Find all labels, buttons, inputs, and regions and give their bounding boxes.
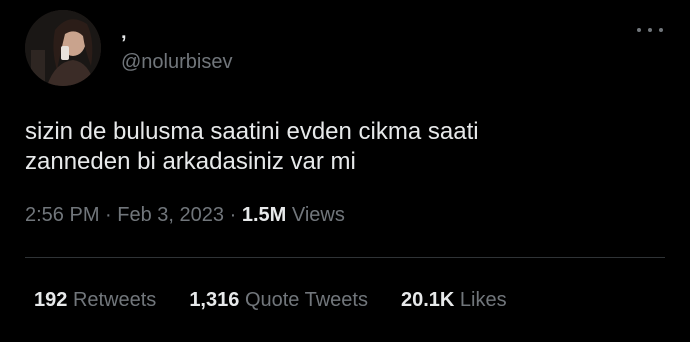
avatar[interactable]	[25, 10, 101, 86]
views-label: Views	[291, 204, 345, 226]
likes-label: Likes	[459, 289, 507, 311]
quote-tweets-label: Quote Tweets	[244, 289, 368, 311]
retweets-label: Retweets	[72, 289, 157, 311]
dot	[659, 28, 663, 32]
separator: ·	[229, 204, 237, 226]
quote-tweets-stat[interactable]: 1,316 Quote Tweets	[189, 287, 368, 313]
views-count: 1.5M	[241, 204, 287, 226]
divider	[25, 257, 665, 258]
tweet-text-line: zanneden bi arkadasiniz var mi	[25, 148, 356, 175]
likes-stat[interactable]: 20.1K Likes	[401, 287, 507, 313]
tweet-time[interactable]: 2:56 PM	[25, 204, 99, 226]
username-handle[interactable]: @nolurbisev	[121, 50, 232, 74]
likes-count: 20.1K	[400, 289, 455, 311]
display-name[interactable]: ‚	[121, 20, 127, 44]
quote-tweets-count: 1,316	[189, 289, 240, 311]
retweets-stat[interactable]: 192 Retweets	[34, 287, 156, 313]
avatar-photo	[25, 10, 101, 86]
tweet-date[interactable]: Feb 3, 2023	[117, 204, 224, 226]
tweet-meta: 2:56 PM · Feb 3, 2023 · 1.5M Views	[25, 202, 345, 228]
separator: ·	[105, 204, 112, 226]
tweet-text: sizin de bulusma saatini evden cikma saa…	[25, 117, 665, 177]
engagement-stats: 192 Retweets 1,316 Quote Tweets 20.1K Li…	[34, 287, 540, 313]
retweets-count: 192	[34, 289, 68, 311]
dot	[637, 28, 641, 32]
dot	[648, 28, 652, 32]
more-options-icon[interactable]	[637, 20, 663, 40]
tweet-text-line: sizin de bulusma saatini evden cikma saa…	[25, 118, 479, 145]
tweet-card: ‚ @nolurbisev sizin de bulusma saatini e…	[0, 0, 690, 342]
